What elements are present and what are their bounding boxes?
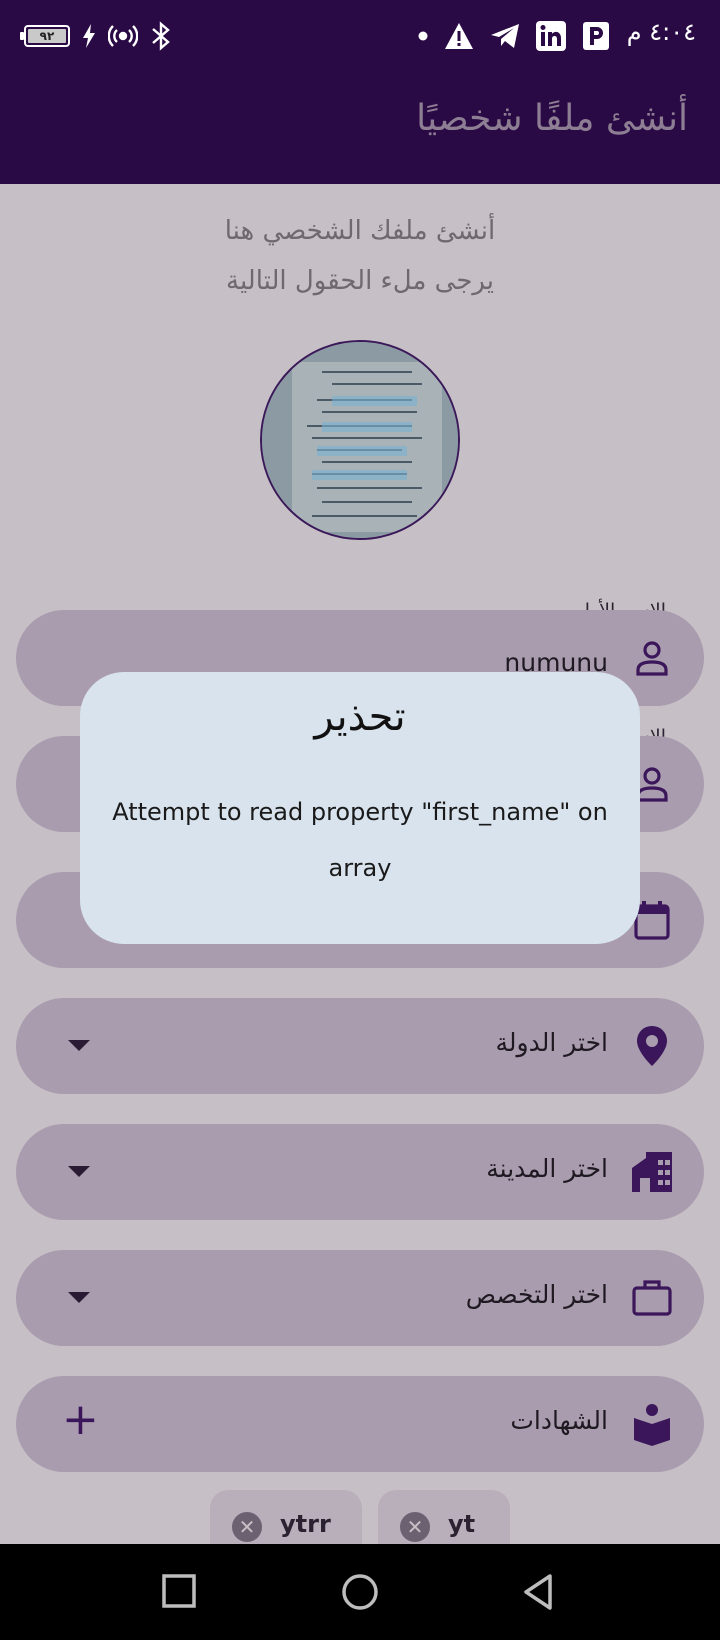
home-icon[interactable] [338,1570,382,1614]
specialty-placeholder: اختر التخصص [465,1280,608,1309]
dot-icon [418,31,428,41]
bluetooth-icon [152,21,170,51]
status-icons-right [418,18,610,54]
certificates-field[interactable]: الشهادات + [16,1376,704,1472]
remove-chip-icon[interactable]: ✕ [232,1512,262,1542]
book-reader-icon [634,1404,670,1446]
warning-dialog[interactable]: تحذير Attempt to read property "first_na… [80,672,640,944]
status-time: ٤:٠٤ م [626,18,696,46]
intro-heading: أنشئ ملفك الشخصي هنا [224,216,496,246]
dialog-title: تحذير [314,694,406,740]
chip-label: yt [448,1510,476,1538]
country-dropdown[interactable]: اختر الدولة [16,998,704,1094]
person-icon [636,641,668,676]
app-bar: أنشئ ملفًا شخصيًا [0,72,720,184]
chevron-down-icon [68,1040,90,1051]
add-certificate-button[interactable]: + [62,1398,99,1442]
briefcase-icon [632,1280,672,1316]
certificates-label: الشهادات [510,1406,608,1435]
city-dropdown[interactable]: اختر المدينة [16,1124,704,1220]
city-icon [632,1152,672,1192]
telegram-icon [491,24,519,48]
parking-icon [583,22,609,50]
charging-icon [83,24,95,48]
linkedin-icon [536,21,566,51]
battery-level: ٩٢ [39,29,55,43]
back-icon[interactable] [518,1570,562,1614]
status-icons-left: ٩٢ [20,18,172,54]
battery-icon: ٩٢ [20,25,70,47]
status-bar: ٩٢ ٤:٠٤ م [0,0,720,72]
recent-apps-icon[interactable] [158,1570,202,1614]
specialty-dropdown[interactable]: اختر التخصص [16,1250,704,1346]
profile-photo[interactable] [260,340,460,540]
profile-photo-image [262,342,458,538]
city-placeholder: اختر المدينة [486,1154,608,1183]
page-title: أنشئ ملفًا شخصيًا [416,98,688,139]
remove-chip-icon[interactable]: ✕ [400,1512,430,1542]
dialog-message: Attempt to read property "first_name" on… [112,798,608,882]
warning-icon [445,23,473,49]
chevron-down-icon [68,1292,90,1303]
intro-subheading: يرجى ملء الحقول التالية [226,266,494,296]
country-placeholder: اختر الدولة [495,1028,608,1057]
hotspot-icon [108,25,138,47]
location-pin-icon [637,1026,667,1066]
chip-label: ytrr [280,1510,331,1538]
chevron-down-icon [68,1166,90,1177]
system-navigation-bar [0,1544,720,1640]
